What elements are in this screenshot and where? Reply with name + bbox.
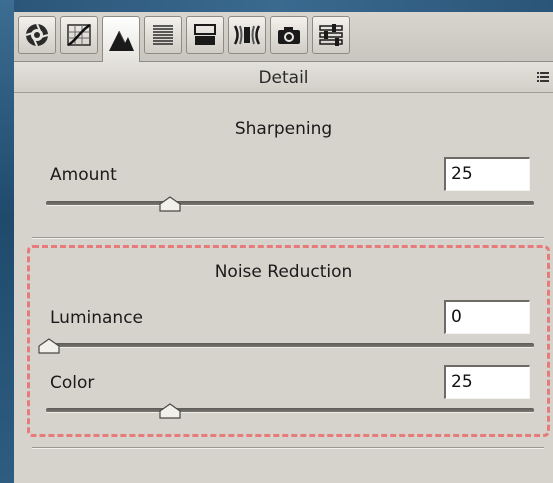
- tone-curve-icon: [67, 23, 91, 47]
- sharpening-title: Sharpening: [234, 119, 333, 139]
- desktop-background-left: [0, 0, 14, 483]
- tab-detail[interactable]: [102, 16, 140, 62]
- tab-split-toning[interactable]: [186, 16, 224, 54]
- aperture-icon: [25, 23, 49, 47]
- detail-panel: Detail Sharpening Amount 25 Noise Reduct…: [14, 12, 553, 483]
- amount-slider-thumb[interactable]: [158, 196, 181, 212]
- desktop-background-top: [0, 0, 553, 12]
- camera-icon: [278, 27, 300, 44]
- tab-presets[interactable]: [312, 16, 350, 54]
- section-divider-bottom: [32, 447, 544, 449]
- tab-hsl[interactable]: [144, 16, 182, 54]
- tab-lens-corrections[interactable]: [228, 16, 266, 54]
- lens-icon: [233, 25, 261, 45]
- noise-reduction-highlight: [27, 245, 550, 437]
- sliders-icon: [319, 24, 343, 46]
- section-divider: [32, 237, 544, 239]
- tab-tone-curve[interactable]: [60, 16, 98, 54]
- amount-slider-track[interactable]: [46, 201, 534, 206]
- tab-basic[interactable]: [18, 16, 56, 54]
- amount-label: Amount: [50, 165, 117, 185]
- detail-triangles-icon: [109, 30, 134, 51]
- panel-header: Detail: [14, 62, 553, 93]
- panel-tab-toolbar: [14, 12, 553, 62]
- tab-camera-calibration[interactable]: [270, 16, 308, 54]
- amount-input[interactable]: 25: [444, 157, 530, 191]
- split-toning-icon: [194, 24, 216, 45]
- panel-title: Detail: [258, 68, 309, 88]
- flyout-menu-icon[interactable]: [537, 72, 549, 82]
- hsl-lines-icon: [153, 25, 173, 45]
